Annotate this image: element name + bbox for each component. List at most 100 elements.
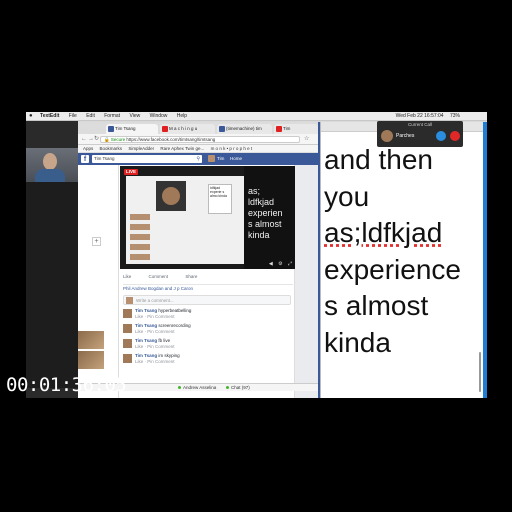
likes-summary[interactable]: Phil Andrew Bogdan and J p Caron <box>123 284 293 292</box>
post-actions: Like Comment Share <box>123 273 293 281</box>
avatar <box>123 324 132 333</box>
apple-icon[interactable]: ● <box>29 112 33 121</box>
add-icon[interactable]: + <box>92 237 101 246</box>
browser-window: Tim Tsang M a c h i n g u (timemachine) … <box>78 122 318 398</box>
comment-button[interactable]: Comment <box>149 274 169 279</box>
menubar-clock[interactable]: Wed Feb 22 16:57:04 <box>396 112 444 121</box>
hangup-button[interactable] <box>450 131 460 141</box>
tab-bar: Tim Tsang M a c h i n g u (timemachine) … <box>78 122 318 134</box>
facebook-post: ldfkjad experie s almo kinda as; ldfkjad… <box>118 165 295 398</box>
url-input[interactable]: 🔒 Secure https://www.facebook.com/timtsa… <box>100 136 300 143</box>
textedit-document[interactable]: and then you as;ldfkjad experience s alm… <box>324 142 482 361</box>
bookmark-aphex[interactable]: Rare Aphex Twin ge... <box>160 146 204 151</box>
facebook-profile-link[interactable]: Tim <box>208 153 224 165</box>
menu-file[interactable]: File <box>69 112 77 121</box>
menu-help[interactable]: Help <box>177 112 187 121</box>
author-name[interactable]: Tim Tsang <box>135 323 157 328</box>
photo-thumbnail[interactable] <box>78 351 104 369</box>
volume-icon[interactable]: ◀ <box>269 261 273 267</box>
comment-item: Tim Tsang fb live Like · Pin Comment <box>123 338 293 352</box>
overlay-line: experien <box>248 208 283 218</box>
comment-item: Tim Tsang screenrecording Like · Pin Com… <box>123 323 293 337</box>
facebook-favicon-icon <box>108 126 114 132</box>
video-screen-content: ldfkjad experie s almo kinda <box>126 176 246 264</box>
comment-meta[interactable]: Like · Pin Comment <box>135 329 175 335</box>
bookmark-simpleadder[interactable]: SimpleAdder <box>128 146 154 151</box>
menubar-battery[interactable]: 73% <box>450 112 460 121</box>
menubar-status: Wed Feb 22 16:57:04 73% <box>396 112 465 121</box>
avatar <box>123 339 132 348</box>
youtube-favicon-icon <box>162 126 168 132</box>
address-bar-row: ← → ↻ 🔒 Secure https://www.facebook.com/… <box>78 134 318 145</box>
screen-capture: ● TextEdit File Edit Format View Window … <box>26 112 487 398</box>
url-text: https://www.facebook.com/timtsang/timtsa… <box>126 137 216 142</box>
bookmark-monk[interactable]: m o n k • p r o p h e t <box>211 146 253 151</box>
textedit-window: and then you as;ldfkjad experience s alm… <box>320 122 484 398</box>
webcam-feed <box>26 148 78 182</box>
timecode: 00:01:36;05 <box>6 374 127 396</box>
like-button[interactable]: Like <box>123 274 131 279</box>
author-name[interactable]: Tim Tsang <box>135 308 157 313</box>
person-body <box>35 169 65 182</box>
menu-window[interactable]: Window <box>150 112 168 121</box>
facebook-favicon-icon <box>219 126 225 132</box>
document-line: kinda <box>324 326 391 358</box>
avatar <box>208 155 215 163</box>
document-line-misspelled: as;ldfkjad <box>324 217 443 248</box>
author-name[interactable]: Tim Tsang <box>135 338 157 343</box>
fullscreen-icon[interactable]: ⤢ <box>288 261 292 267</box>
tab-tim-tsang[interactable]: Tim Tsang <box>106 124 158 134</box>
menu-app-name[interactable]: TextEdit <box>40 112 59 121</box>
avatar <box>123 354 132 363</box>
facebook-left-column: + <box>78 165 118 398</box>
share-button[interactable]: Share <box>185 274 197 279</box>
video-overlay-text: as; ldfkjad experien s almost kinda <box>248 186 283 241</box>
online-contact[interactable]: Andrew Asselina <box>178 384 216 392</box>
author-name[interactable]: Tim Tsang <box>135 353 157 358</box>
star-icon[interactable]: ☆ <box>304 134 309 145</box>
facebook-search-input[interactable]: Tim Tsang ⚲ <box>92 155 202 163</box>
chat-button[interactable]: Chat (97) <box>226 384 250 392</box>
video-frame: ● TextEdit File Edit Format View Window … <box>0 0 512 512</box>
overlay-line: s almost <box>248 219 282 229</box>
tab-label: M a c h i n g u <box>169 126 198 131</box>
scrollbar[interactable] <box>479 352 481 392</box>
comment-meta[interactable]: Like · Pin Comment <box>135 359 175 365</box>
facebook-content: + ldfkjad experie s almo kinda as; ldfkj… <box>78 165 318 398</box>
video-text-overlay: as; ldfkjad experien s almost kinda <box>244 166 295 269</box>
live-video-player[interactable]: ldfkjad experie s almo kinda as; ldfkjad… <box>120 166 295 269</box>
live-badge: LIVE <box>124 169 139 175</box>
tab-youtube[interactable]: M a c h i n g u <box>160 124 215 134</box>
menu-view[interactable]: View <box>129 112 140 121</box>
menu-edit[interactable]: Edit <box>86 112 95 121</box>
bookmark-bookmarks[interactable]: Bookmarks <box>100 146 123 151</box>
avatar <box>162 187 180 205</box>
reload-icon[interactable]: ↻ <box>94 134 99 145</box>
left-dark-area <box>26 182 78 388</box>
facebook-home-link[interactable]: Home <box>230 153 242 165</box>
facebook-logo-icon[interactable]: f <box>81 155 89 163</box>
document-line: and then <box>324 144 433 175</box>
comment-item: Tim Tsang hyperbeatbelling Like · Pin Co… <box>123 308 293 322</box>
comment-input[interactable]: Write a comment... <box>123 295 291 305</box>
photo-thumbnail[interactable] <box>78 331 104 349</box>
overlay-line: as; <box>248 186 261 196</box>
tab-timemachine[interactable]: (timemachine) tim <box>217 124 272 134</box>
search-icon[interactable]: ⚲ <box>196 155 200 163</box>
bookmark-apps[interactable]: Apps <box>83 146 93 151</box>
person-head <box>43 153 57 170</box>
comment-text: im skyping <box>158 353 180 358</box>
mute-button[interactable] <box>436 131 446 141</box>
comment-meta[interactable]: Like · Pin Comment <box>135 344 175 350</box>
settings-icon[interactable]: ⚙ <box>278 261 282 267</box>
tab-tim[interactable]: Tim <box>274 124 318 134</box>
overlay-line: kinda <box>248 230 270 240</box>
menu-format[interactable]: Format <box>104 112 120 121</box>
comment-item: Tim Tsang im skyping Like · Pin Comment <box>123 353 293 367</box>
online-dot-icon <box>226 386 229 389</box>
video-mini-text: ldfkjad experie s almo kinda <box>208 184 232 214</box>
back-icon[interactable]: ← <box>81 134 87 145</box>
comment-meta[interactable]: Like · Pin Comment <box>135 314 175 320</box>
avatar <box>381 130 393 142</box>
mac-menubar: ● TextEdit File Edit Format View Window … <box>26 112 487 121</box>
